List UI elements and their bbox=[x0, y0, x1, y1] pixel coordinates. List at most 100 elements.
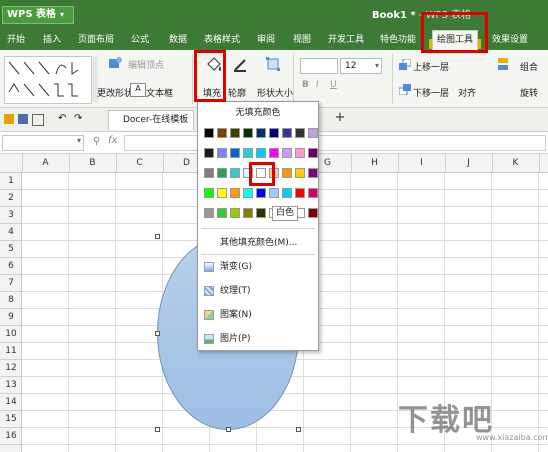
shape-gallery[interactable] bbox=[4, 56, 92, 104]
undo-icon[interactable]: ↶ bbox=[58, 113, 66, 124]
more-fill-colors-option[interactable]: 其他填充颜色(M)... bbox=[198, 235, 318, 251]
row-header[interactable]: 14 bbox=[0, 394, 22, 411]
tab-developer[interactable]: 开发工具 bbox=[326, 31, 366, 50]
picture-option[interactable]: 图片(P) bbox=[198, 331, 318, 347]
column-header[interactable]: J bbox=[445, 154, 493, 172]
italic-button[interactable]: I bbox=[316, 80, 319, 90]
tab-insert[interactable]: 插入 bbox=[40, 31, 64, 50]
tab-formula[interactable]: 公式 bbox=[128, 31, 152, 50]
new-tab-button[interactable]: + bbox=[333, 111, 347, 127]
color-swatch[interactable] bbox=[217, 208, 227, 218]
color-swatch[interactable] bbox=[243, 128, 253, 138]
column-header[interactable]: H bbox=[351, 154, 399, 172]
fx-icon[interactable]: fx bbox=[108, 135, 117, 146]
column-header[interactable]: B bbox=[69, 154, 117, 172]
change-shape-button[interactable]: 更改形状 bbox=[97, 86, 133, 99]
outline-button[interactable]: 轮廓 bbox=[228, 86, 246, 99]
color-swatch[interactable] bbox=[256, 188, 266, 198]
color-swatch[interactable] bbox=[204, 168, 214, 178]
row-header[interactable]: 13 bbox=[0, 377, 22, 394]
tab-page-layout[interactable]: 页面布局 bbox=[76, 31, 116, 50]
tab-start[interactable]: 开始 bbox=[4, 31, 28, 50]
app-menu-button[interactable]: WPS 表格 ▾ bbox=[2, 6, 74, 24]
color-swatch[interactable] bbox=[282, 148, 292, 158]
color-swatch[interactable] bbox=[230, 168, 240, 178]
resize-handle[interactable] bbox=[155, 427, 160, 432]
gradient-option[interactable]: 渐变(G) bbox=[198, 259, 318, 275]
column-header[interactable]: C bbox=[116, 154, 164, 172]
color-swatch[interactable] bbox=[308, 188, 318, 198]
column-header[interactable]: A bbox=[22, 154, 70, 172]
color-swatch[interactable] bbox=[230, 128, 240, 138]
color-swatch[interactable] bbox=[217, 188, 227, 198]
row-header[interactable]: 6 bbox=[0, 258, 22, 275]
color-swatch[interactable] bbox=[295, 168, 305, 178]
color-swatch[interactable] bbox=[308, 148, 318, 158]
row-header[interactable]: 10 bbox=[0, 326, 22, 343]
send-backward-button[interactable]: 下移一层 bbox=[413, 86, 449, 99]
color-swatch[interactable] bbox=[243, 148, 253, 158]
color-swatch[interactable] bbox=[230, 148, 240, 158]
print-icon[interactable] bbox=[32, 114, 44, 126]
group-button[interactable]: 组合 bbox=[520, 60, 538, 73]
bring-forward-button[interactable]: 上移一层 bbox=[413, 60, 449, 73]
tab-docer-template[interactable]: Docer-在线模板 bbox=[108, 110, 194, 130]
formula-input[interactable] bbox=[124, 135, 546, 151]
row-header[interactable]: 5 bbox=[0, 241, 22, 258]
resize-handle[interactable] bbox=[155, 234, 160, 239]
color-swatch[interactable] bbox=[217, 168, 227, 178]
rotate-button[interactable]: 旋转 bbox=[520, 86, 538, 99]
tab-review[interactable]: 审阅 bbox=[254, 31, 278, 50]
no-fill-option[interactable]: 无填充颜色 bbox=[198, 105, 318, 118]
color-swatch[interactable] bbox=[230, 188, 240, 198]
color-swatch[interactable] bbox=[204, 188, 214, 198]
color-swatch[interactable] bbox=[295, 128, 305, 138]
text-box-button[interactable]: 文本框 bbox=[146, 86, 173, 99]
resize-handle[interactable] bbox=[296, 427, 301, 432]
row-header[interactable]: 4 bbox=[0, 224, 22, 241]
save-icon[interactable] bbox=[18, 114, 28, 124]
row-header[interactable]: 12 bbox=[0, 360, 22, 377]
tab-data[interactable]: 数据 bbox=[166, 31, 190, 50]
select-all-corner[interactable] bbox=[0, 154, 23, 172]
color-swatch[interactable] bbox=[256, 148, 266, 158]
color-swatch[interactable] bbox=[308, 208, 318, 218]
redo-icon[interactable]: ↷ bbox=[74, 113, 82, 124]
folder-icon[interactable] bbox=[4, 114, 14, 124]
column-header[interactable]: I bbox=[398, 154, 446, 172]
align-button[interactable]: 对齐 bbox=[458, 86, 476, 99]
color-swatch[interactable] bbox=[308, 128, 318, 138]
row-header[interactable]: 15 bbox=[0, 411, 22, 428]
resize-handle[interactable] bbox=[226, 427, 231, 432]
tab-special[interactable]: 特色功能 bbox=[378, 31, 418, 50]
color-swatch[interactable] bbox=[230, 208, 240, 218]
color-swatch[interactable] bbox=[282, 188, 292, 198]
tab-effects[interactable]: 效果设置 bbox=[488, 31, 532, 50]
row-header[interactable]: 1 bbox=[0, 173, 22, 190]
resize-handle[interactable] bbox=[155, 331, 160, 336]
color-swatch[interactable] bbox=[204, 208, 214, 218]
color-swatch[interactable] bbox=[256, 128, 266, 138]
color-swatch[interactable] bbox=[204, 128, 214, 138]
font-name-select[interactable] bbox=[300, 58, 338, 74]
color-swatch[interactable] bbox=[308, 168, 318, 178]
tab-table-style[interactable]: 表格样式 bbox=[202, 31, 242, 50]
underline-button[interactable]: U bbox=[330, 80, 337, 90]
color-swatch[interactable] bbox=[295, 188, 305, 198]
texture-option[interactable]: 纹理(T) bbox=[198, 283, 318, 299]
row-header[interactable]: 2 bbox=[0, 190, 22, 207]
edit-points-button[interactable]: 编辑顶点 bbox=[128, 58, 164, 71]
font-size-select[interactable]: 12 ▾ bbox=[340, 58, 382, 74]
row-header[interactable]: 8 bbox=[0, 292, 22, 309]
column-header[interactable]: K bbox=[492, 154, 540, 172]
bold-button[interactable]: B bbox=[302, 80, 309, 90]
color-swatch[interactable] bbox=[217, 148, 227, 158]
row-header[interactable]: 9 bbox=[0, 309, 22, 326]
color-swatch[interactable] bbox=[217, 128, 227, 138]
color-swatch[interactable] bbox=[282, 128, 292, 138]
color-swatch[interactable] bbox=[295, 148, 305, 158]
row-header[interactable]: 3 bbox=[0, 207, 22, 224]
color-swatch[interactable] bbox=[269, 148, 279, 158]
shape-size-button[interactable]: 形状大小 bbox=[257, 86, 293, 99]
color-swatch[interactable] bbox=[269, 128, 279, 138]
